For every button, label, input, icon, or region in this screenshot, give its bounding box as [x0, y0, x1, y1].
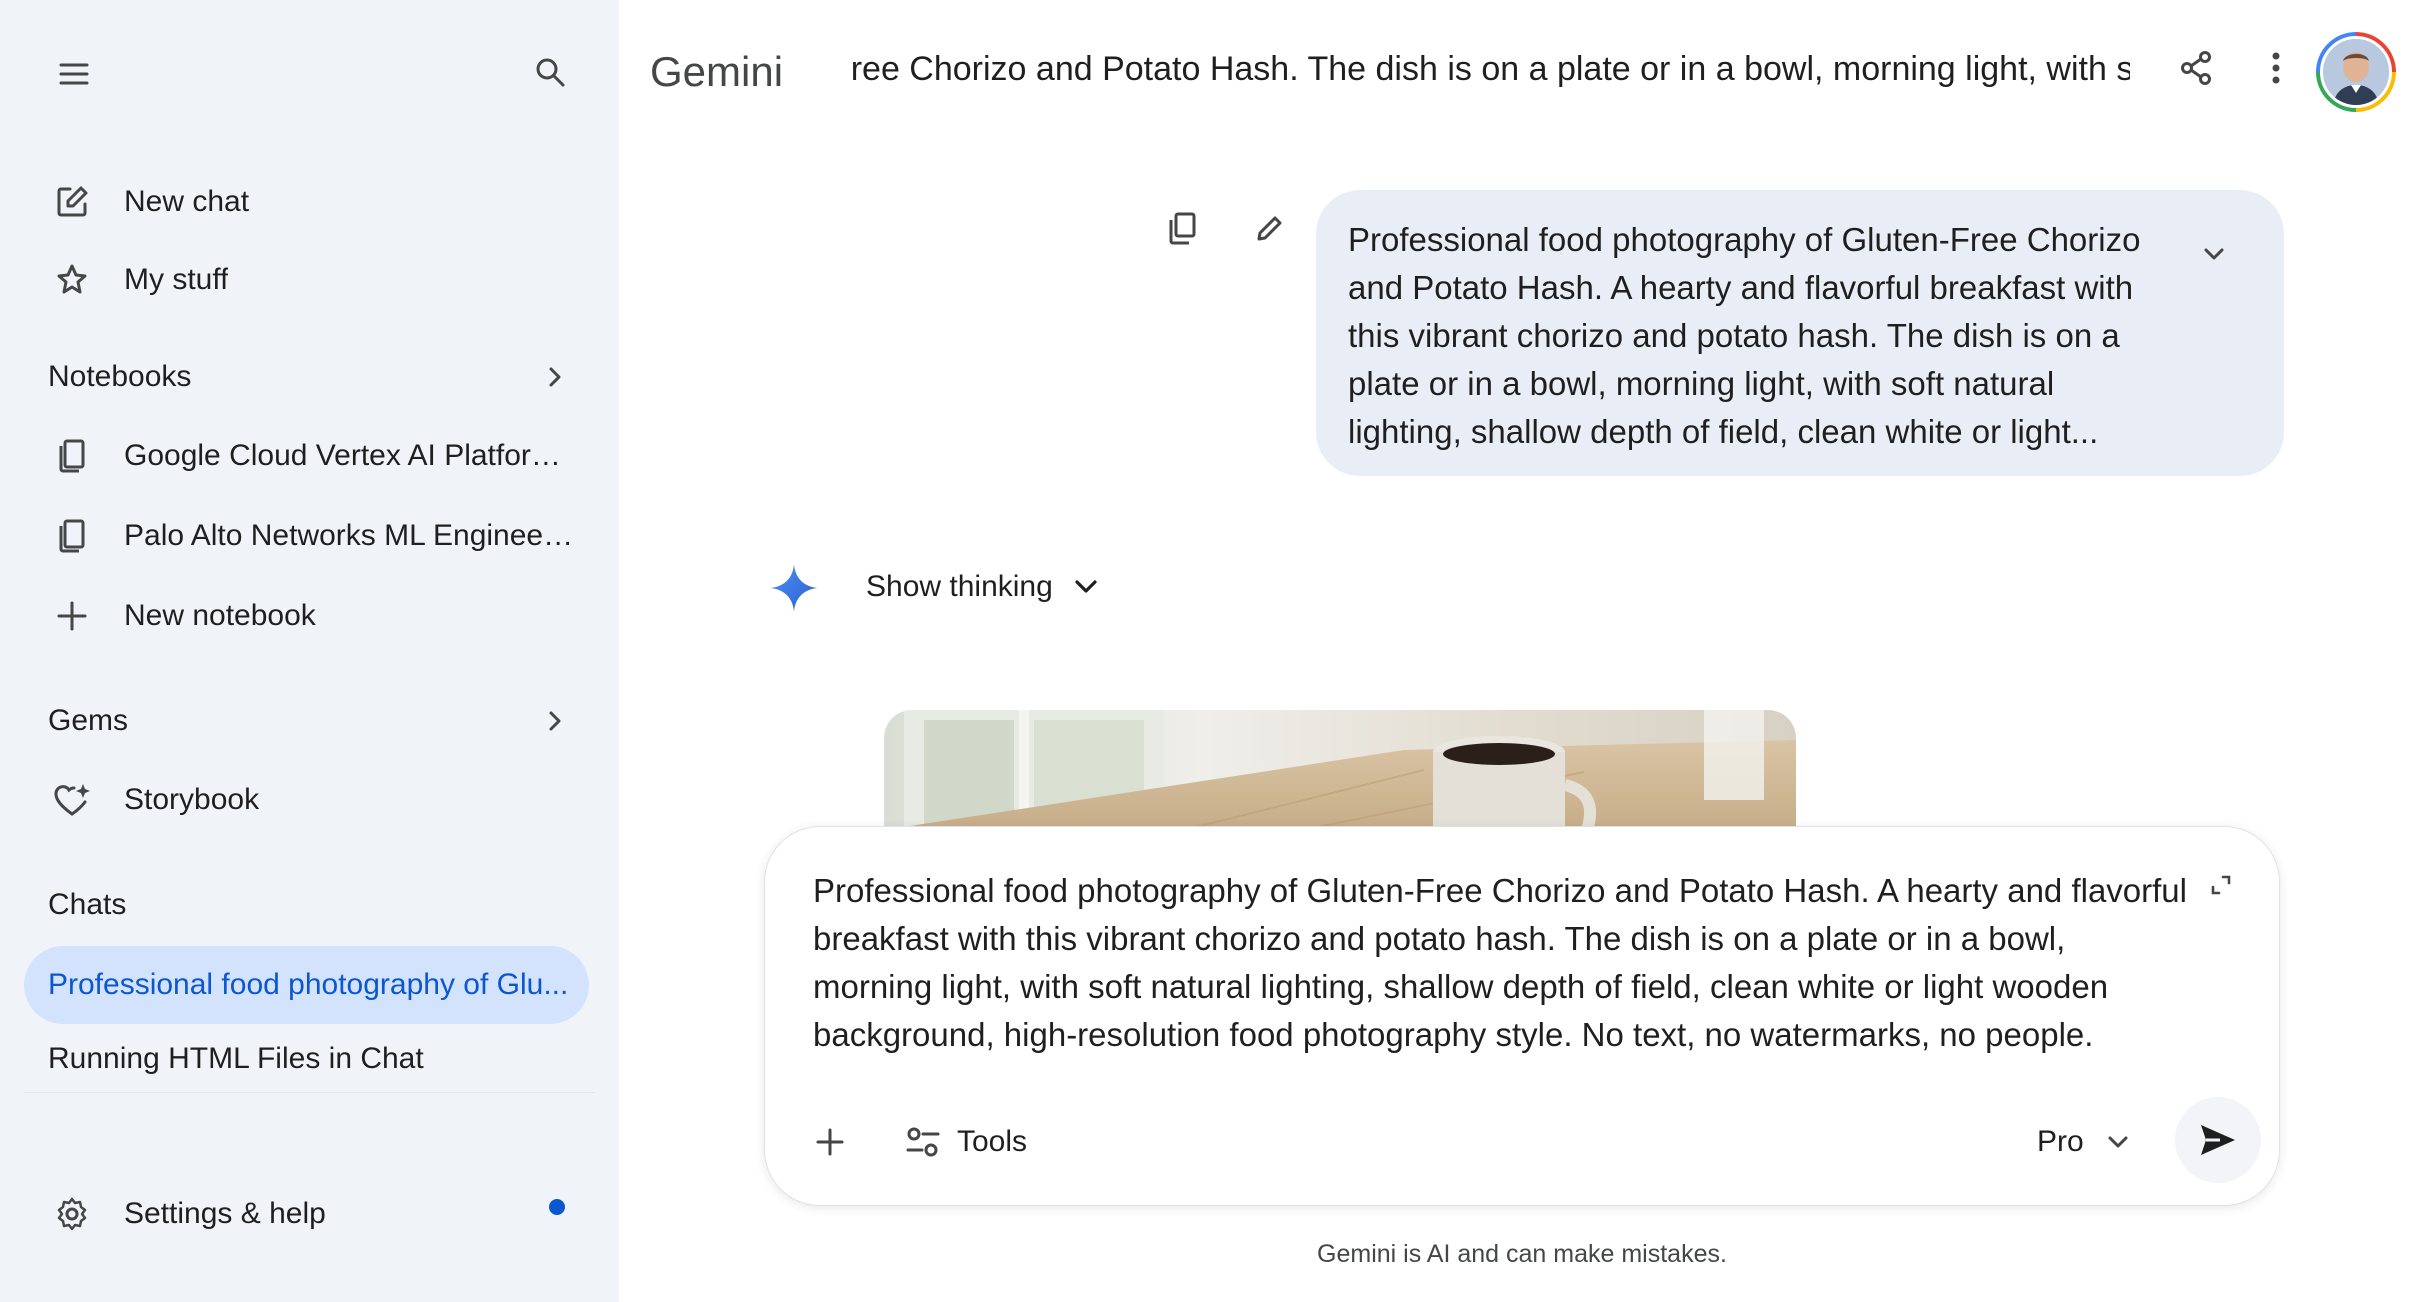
- my-stuff-label: My stuff: [124, 263, 229, 296]
- gems-heading: Gems: [48, 704, 129, 737]
- model-label: Pro: [2037, 1125, 2084, 1158]
- notebook-label: Google Cloud Vertex AI Platform...: [124, 439, 574, 472]
- edit-pencil-icon[interactable]: [1248, 206, 1292, 250]
- chevron-down-icon: [2108, 1136, 2128, 1148]
- gem-label: Storybook: [124, 783, 260, 816]
- star-box-icon: [52, 260, 92, 300]
- sidebar-item-chat-active[interactable]: Professional food photography of Glu...: [24, 946, 589, 1024]
- gear-icon: [52, 1194, 92, 1234]
- send-button[interactable]: [2175, 1097, 2261, 1183]
- generated-image[interactable]: [884, 710, 1796, 830]
- prompt-composer: Professional food photography of Gluten-…: [764, 826, 2280, 1206]
- notebook-icon: [52, 436, 92, 476]
- chat-title-text: Professional food photography of Gluten-…: [850, 50, 2130, 88]
- expand-input-icon[interactable]: [2201, 865, 2241, 905]
- new-chat-label: New chat: [124, 185, 250, 218]
- notification-dot: [549, 1199, 565, 1215]
- sidebar-item-notebook[interactable]: Palo Alto Networks ML Engineer...: [0, 504, 619, 568]
- heart-sparkle-icon: [52, 780, 92, 820]
- user-message-bubble: Professional food photography of Gluten-…: [1316, 190, 2284, 476]
- more-options-icon[interactable]: [2252, 44, 2300, 92]
- expand-message-chevron-icon[interactable]: [2194, 234, 2234, 274]
- my-stuff-button[interactable]: My stuff: [0, 248, 619, 312]
- notebooks-chevron-right-icon[interactable]: [540, 362, 570, 392]
- chat-title: Professional food photography of Gluten-…: [850, 50, 2130, 96]
- notebook-icon: [52, 516, 92, 556]
- show-thinking-button[interactable]: Show thinking: [866, 570, 1099, 604]
- user-message-text: Professional food photography of Gluten-…: [1348, 221, 2141, 450]
- menu-icon[interactable]: [52, 52, 96, 96]
- sidebar-item-chat[interactable]: Running HTML Files in Chat: [48, 1042, 424, 1076]
- brand-title[interactable]: Gemini: [650, 48, 783, 96]
- prompt-input[interactable]: Professional food photography of Gluten-…: [813, 867, 2193, 1059]
- generated-image-preview: [884, 710, 1796, 830]
- avatar-photo: [2320, 36, 2392, 108]
- sidebar-divider: [24, 1092, 595, 1093]
- plus-icon: [52, 596, 92, 636]
- gemini-app: New chat My stuff Notebooks Google Cloud…: [0, 0, 2426, 1302]
- new-notebook-label: New notebook: [124, 599, 316, 632]
- tools-label: Tools: [957, 1125, 1028, 1158]
- send-icon: [2201, 1125, 2235, 1155]
- sidebar: New chat My stuff Notebooks Google Cloud…: [0, 0, 619, 1302]
- model-selector[interactable]: Pro: [2037, 1117, 2130, 1167]
- avatar[interactable]: [2316, 32, 2396, 112]
- share-icon[interactable]: [2172, 44, 2220, 92]
- notebook-label: Palo Alto Networks ML Engineer...: [124, 519, 574, 552]
- copy-icon[interactable]: [1160, 206, 1204, 250]
- tools-button[interactable]: Tools: [905, 1117, 1027, 1167]
- chevron-down-icon: [1075, 580, 1097, 593]
- search-icon[interactable]: [528, 50, 572, 94]
- add-attachment-button[interactable]: [805, 1117, 855, 1167]
- chats-heading: Chats: [48, 888, 127, 921]
- edit-square-icon: [52, 182, 92, 222]
- gems-chevron-right-icon[interactable]: [540, 706, 570, 736]
- sidebar-item-gem[interactable]: Storybook: [0, 768, 619, 832]
- gemini-sparkle-icon: [770, 564, 818, 612]
- new-notebook-button[interactable]: New notebook: [0, 584, 619, 648]
- notebooks-heading: Notebooks: [48, 360, 192, 393]
- tools-sliders-icon: [906, 1127, 940, 1157]
- disclaimer: Gemini is AI and can make mistakes.: [1317, 1240, 1727, 1268]
- show-thinking-label: Show thinking: [866, 570, 1053, 603]
- sidebar-item-notebook[interactable]: Google Cloud Vertex AI Platform...: [0, 424, 619, 488]
- new-chat-button[interactable]: New chat: [0, 170, 619, 234]
- settings-help-button[interactable]: Settings & help: [0, 1182, 619, 1246]
- settings-label: Settings & help: [124, 1197, 326, 1230]
- plus-icon: [816, 1128, 844, 1156]
